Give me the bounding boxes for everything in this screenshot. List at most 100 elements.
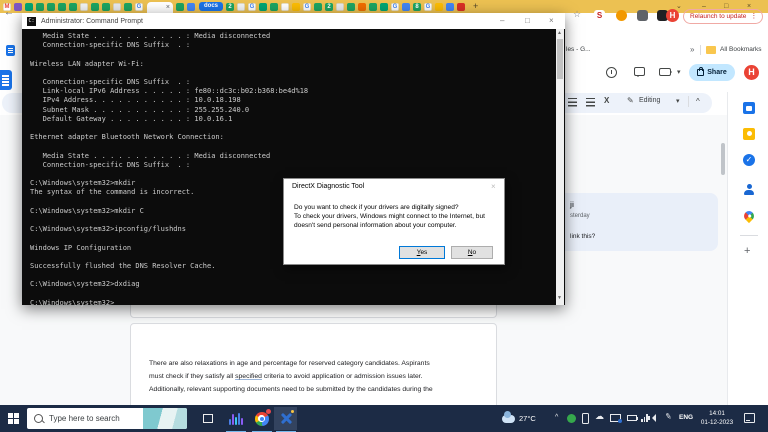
indent-increase-icon[interactable] — [586, 98, 595, 107]
maps-pin-icon[interactable] — [741, 208, 757, 224]
meet-caret-icon[interactable]: ▾ — [677, 68, 681, 76]
pencil-icon[interactable]: ✎ — [627, 96, 634, 105]
tray-antivirus-icon[interactable] — [567, 414, 576, 423]
cmd-scrollbar[interactable]: ▲ ▼ — [556, 29, 564, 305]
profile-avatar[interactable]: H — [666, 9, 679, 22]
tasks-icon[interactable]: ✓ — [743, 154, 755, 166]
editing-caret-icon[interactable]: ▾ — [676, 97, 680, 105]
task-view-button[interactable] — [196, 407, 219, 430]
tab-favicon[interactable] — [58, 2, 66, 11]
share-button[interactable]: Share — [689, 64, 735, 81]
meet-camera-icon[interactable] — [659, 68, 672, 76]
editing-mode-dropdown[interactable]: Editing — [639, 97, 660, 104]
tab-favicon[interactable] — [402, 2, 411, 11]
tab-favicon[interactable] — [292, 2, 301, 11]
tab-favicon[interactable] — [369, 2, 378, 11]
add-addon-button[interactable]: + — [744, 245, 750, 257]
tab-favicon[interactable]: 2 — [226, 2, 235, 11]
tab-favicon[interactable] — [237, 2, 246, 11]
tab-favicon[interactable] — [14, 2, 22, 11]
yes-button[interactable]: Yes — [399, 246, 445, 259]
tab-favicon[interactable]: G — [303, 2, 312, 11]
x-app-icon[interactable] — [274, 407, 297, 430]
onedrive-cloud-icon[interactable]: ☁ — [595, 411, 604, 422]
tray-expand-chevron-icon[interactable]: ^ — [555, 414, 558, 421]
scroll-up-arrow-icon[interactable]: ▲ — [557, 30, 562, 36]
tab-favicon[interactable]: G — [135, 2, 143, 11]
cmd-scrollbar-thumb[interactable] — [557, 39, 563, 79]
tab-favicon[interactable]: G — [424, 2, 433, 11]
docs-profile-avatar[interactable]: H — [744, 65, 759, 80]
bookmarks-overflow-chevron[interactable]: » — [690, 45, 694, 54]
tab-favicon[interactable] — [270, 2, 279, 11]
tab-favicon[interactable] — [187, 2, 195, 11]
weather-widget[interactable]: 27°C — [502, 405, 536, 432]
taskbar-clock[interactable]: 14:01 01-12-2023 — [700, 409, 734, 427]
hide-menus-chevron-icon[interactable]: ^ — [696, 97, 700, 106]
battery-icon[interactable] — [627, 415, 638, 421]
cmd-title-bar[interactable]: C: Administrator: Command Prompt — [22, 13, 565, 29]
tab-favicon[interactable] — [380, 2, 389, 11]
tab-favicon[interactable] — [124, 2, 132, 11]
tab-favicon[interactable] — [80, 2, 88, 11]
browser-menu-icon[interactable]: ⋮ — [750, 9, 757, 24]
tab-favicon[interactable]: G — [391, 2, 400, 11]
tab-favicon[interactable]: 2 — [325, 2, 334, 11]
tab-favicon[interactable] — [259, 2, 268, 11]
tab-favicon[interactable] — [102, 2, 110, 11]
start-button[interactable] — [0, 405, 26, 432]
bookmarks-folder-icon[interactable] — [706, 46, 716, 54]
docs-scrollbar-thumb[interactable] — [721, 143, 725, 175]
comment-card[interactable]: ji sterday link this? — [540, 193, 718, 251]
keep-icon[interactable] — [743, 128, 755, 140]
doc-link[interactable]: specified — [235, 373, 262, 380]
tab-favicon[interactable] — [336, 2, 345, 11]
tab-favicon[interactable] — [435, 2, 444, 11]
network-signal-icon[interactable] — [641, 414, 648, 422]
cmd-close-button[interactable]: × — [549, 13, 554, 29]
tab-favicon[interactable] — [91, 2, 99, 11]
tab-favicon[interactable] — [281, 2, 290, 11]
taskbar-search-input[interactable]: Type here to search — [27, 408, 187, 429]
tab-favicon[interactable] — [314, 2, 323, 11]
no-button[interactable]: No — [451, 246, 493, 259]
indent-decrease-icon[interactable] — [568, 98, 577, 107]
chrome-taskbar-icon[interactable] — [250, 407, 273, 430]
clear-formatting-icon[interactable]: X — [604, 96, 609, 105]
language-indicator[interactable]: ENG — [679, 414, 693, 421]
tab-group-chip[interactable]: docs — [199, 2, 224, 11]
waveform-app-icon[interactable] — [224, 407, 247, 430]
tab-favicon[interactable] — [347, 2, 356, 11]
tab-favicon[interactable]: G — [248, 2, 257, 11]
extensions-puzzle-icon[interactable] — [637, 10, 648, 21]
comment-icon[interactable] — [634, 67, 645, 77]
bookmark-label-fragment[interactable]: les - G... — [566, 46, 591, 53]
scroll-down-arrow-icon[interactable]: ▼ — [557, 295, 562, 301]
extension-s-icon[interactable]: S — [594, 10, 605, 21]
tab-favicon[interactable] — [69, 2, 77, 11]
tab-favicon[interactable] — [457, 2, 466, 11]
new-tab-button[interactable]: + — [473, 1, 478, 12]
action-center-icon[interactable] — [744, 413, 755, 423]
pen-workspace-icon[interactable]: ✎ — [664, 411, 672, 421]
tab-favicon[interactable] — [446, 2, 455, 11]
tray-phone-icon[interactable] — [582, 413, 589, 424]
version-history-icon[interactable] — [606, 67, 617, 78]
bookmark-docs-favicon[interactable] — [6, 45, 15, 56]
relaunch-to-update-button[interactable]: Relaunch to update ⋮ — [683, 9, 763, 24]
tab-favicon[interactable] — [358, 2, 367, 11]
dialog-close-icon[interactable]: × — [491, 182, 496, 191]
tab-favicon[interactable]: 8 — [413, 2, 422, 11]
cmd-maximize-button[interactable]: □ — [525, 13, 530, 29]
all-bookmarks-button[interactable]: All Bookmarks — [720, 46, 762, 53]
active-tab[interactable]: × — [147, 2, 173, 13]
volume-speaker-icon[interactable] — [648, 414, 656, 422]
bookmark-star-icon[interactable]: ☆ — [573, 9, 581, 20]
tab-favicon[interactable] — [36, 2, 44, 11]
directx-diagnostic-dialog[interactable]: DirectX Diagnostic Tool × Do you want to… — [283, 178, 505, 265]
tab-favicon[interactable] — [47, 2, 55, 11]
tab-favicon[interactable] — [113, 2, 121, 11]
docs-logo-icon[interactable] — [0, 70, 12, 90]
contacts-icon[interactable] — [743, 184, 755, 196]
tab-favicon[interactable] — [176, 2, 184, 11]
